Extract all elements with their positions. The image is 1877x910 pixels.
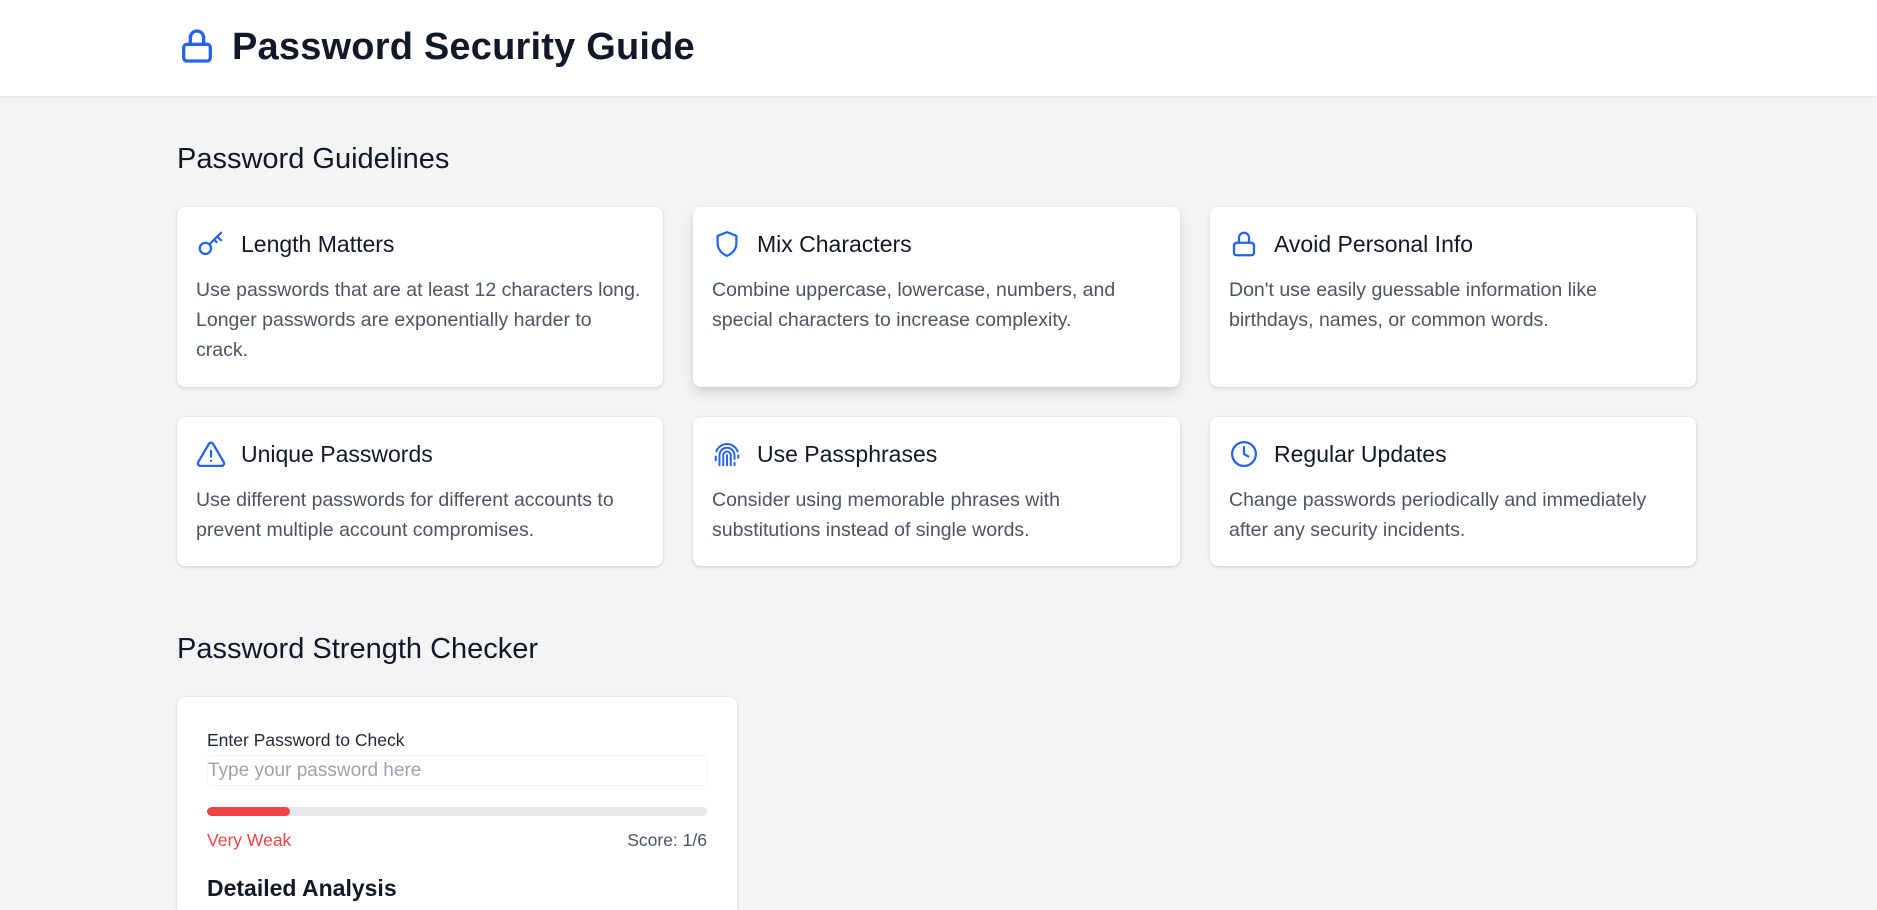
card-title: Mix Characters xyxy=(757,231,912,257)
detailed-analysis-title: Detailed Analysis xyxy=(207,875,397,901)
card-title: Avoid Personal Info xyxy=(1274,231,1474,257)
guideline-card-personal-info: Avoid Personal Info Don't use easily gue… xyxy=(1210,207,1696,387)
card-title: Length Matters xyxy=(241,231,395,257)
fingerprint-icon xyxy=(712,439,742,469)
warning-triangle-icon xyxy=(196,439,226,469)
card-text: Consider using memorable phrases with su… xyxy=(712,489,1060,541)
strength-checker-card: Enter Password to Check Very Weak Score:… xyxy=(177,697,737,910)
card-text: Use passwords that are at least 12 chara… xyxy=(196,279,641,361)
page-title: Password Security Guide xyxy=(232,26,695,68)
card-title: Regular Updates xyxy=(1274,441,1447,467)
lock-icon xyxy=(1229,229,1259,259)
guideline-card-mix: Mix Characters Combine uppercase, lowerc… xyxy=(693,207,1180,387)
page-header: Password Security Guide xyxy=(0,0,1877,97)
password-input[interactable] xyxy=(207,755,707,786)
shield-icon xyxy=(712,229,742,259)
guidelines-section-title: Password Guidelines xyxy=(177,143,450,175)
guideline-card-passphrases: Use Passphrases Consider using memorable… xyxy=(693,417,1180,566)
guideline-card-updates: Regular Updates Change passwords periodi… xyxy=(1210,417,1696,566)
strength-meter-fill xyxy=(207,807,291,816)
guideline-card-length: Length Matters Use passwords that are at… xyxy=(177,207,663,387)
strength-meter xyxy=(207,807,707,816)
key-icon xyxy=(196,229,226,259)
score-label: Score: 1/6 xyxy=(627,830,707,850)
card-title: Unique Passwords xyxy=(241,441,433,467)
card-text: Don't use easily guessable information l… xyxy=(1229,279,1597,331)
card-text: Change passwords periodically and immedi… xyxy=(1229,489,1647,541)
strength-label: Very Weak xyxy=(207,830,292,850)
checker-section-title: Password Strength Checker xyxy=(177,633,539,665)
password-input-label: Enter Password to Check xyxy=(207,730,405,750)
card-text: Use different passwords for different ac… xyxy=(196,489,614,541)
card-title: Use Passphrases xyxy=(757,441,938,467)
guideline-card-unique: Unique Passwords Use different passwords… xyxy=(177,417,663,566)
lock-icon xyxy=(177,26,217,66)
card-text: Combine uppercase, lowercase, numbers, a… xyxy=(712,279,1116,331)
clock-icon xyxy=(1229,439,1259,469)
